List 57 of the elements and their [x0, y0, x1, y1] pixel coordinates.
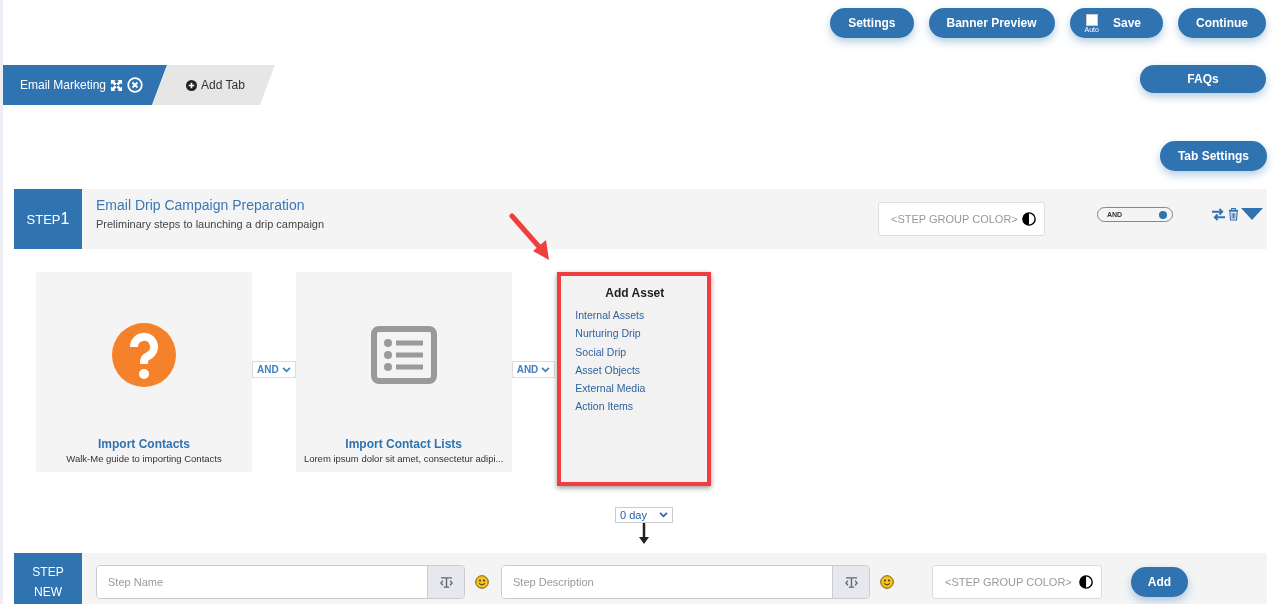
- delay-dropdown[interactable]: 0 day: [615, 507, 673, 523]
- color-picker-field[interactable]: <STEP GROUP COLOR>: [932, 565, 1102, 599]
- list-icon: [370, 325, 437, 384]
- color-picker-field[interactable]: <STEP GROUP COLOR>: [878, 202, 1045, 236]
- tab-label: Add Tab: [201, 78, 245, 92]
- header-button[interactable]: Continue: [1178, 8, 1266, 38]
- header-button[interactable]: Banner Preview: [928, 8, 1055, 38]
- smiley-icon[interactable]: [880, 575, 894, 589]
- plus-circle-icon: [186, 79, 198, 91]
- tab-settings-button[interactable]: Tab Settings: [1159, 141, 1267, 171]
- step-card[interactable]: Import Contacts Walk-Me guide to importing Contacts: [36, 272, 252, 472]
- and-dropdown[interactable]: AND: [252, 361, 296, 378]
- step-description-input-group[interactable]: Step Description: [501, 565, 870, 599]
- asset-link[interactable]: External Media: [575, 379, 708, 398]
- tab-label: Email Marketing: [20, 78, 107, 92]
- asset-link[interactable]: Internal Assets: [575, 306, 708, 325]
- swap-icon[interactable]: [1211, 207, 1226, 221]
- auto-checkbox[interactable]: [1085, 13, 1098, 26]
- asset-link[interactable]: Asset Objects: [575, 360, 708, 380]
- header-button[interactable]: Settings: [830, 8, 914, 38]
- step-card[interactable]: Import Contact Lists Lorem ipsum dolor sit amet, consectetur adipi...: [295, 272, 512, 472]
- down-arrow-icon: [638, 523, 650, 545]
- expand-icon[interactable]: [110, 78, 124, 92]
- step-name-input-group[interactable]: Step Name: [96, 565, 465, 599]
- save-label: Save: [1112, 16, 1141, 30]
- step-description: Preliminary steps to launching a drip campaign: [96, 218, 326, 230]
- contrast-icon[interactable]: [1021, 211, 1036, 227]
- asset-link[interactable]: Nurturing Drip: [575, 324, 708, 343]
- card-title[interactable]: Import Contact Lists: [345, 437, 462, 451]
- asset-link[interactable]: Social Drip: [575, 342, 708, 361]
- step-group-color-field[interactable]: <STEP GROUP COLOR>: [943, 575, 1079, 589]
- and-dropdown[interactable]: AND: [511, 361, 556, 378]
- smiley-icon[interactable]: [475, 575, 489, 589]
- step-label: STEP: [32, 564, 64, 581]
- text-format-icon[interactable]: [844, 576, 858, 588]
- asset-link[interactable]: Action Items: [575, 397, 708, 416]
- chevron-down-icon: [659, 512, 668, 518]
- add-button[interactable]: Add: [1131, 567, 1188, 597]
- new-label: NEW: [34, 584, 62, 601]
- contrast-icon[interactable]: [1078, 574, 1093, 590]
- text-format-icon[interactable]: [439, 576, 453, 588]
- collapse-triangle-icon[interactable]: [1241, 208, 1263, 220]
- trash-icon[interactable]: [1228, 207, 1239, 221]
- card-description: Lorem ipsum dolor sit amet, consectetur adipi...: [303, 453, 504, 464]
- step-group-color-field[interactable]: <STEP GROUP COLOR>: [889, 212, 1022, 226]
- question-icon: [112, 322, 176, 387]
- tab[interactable]: Email Marketing: [3, 65, 168, 105]
- step-number: STEP1: [14, 189, 82, 249]
- tab[interactable]: Add Tab: [152, 65, 275, 105]
- chevron-down-icon: [541, 366, 551, 373]
- add-asset-title: Add Asset: [605, 286, 666, 300]
- close-icon[interactable]: [127, 77, 144, 93]
- card-description: Walk-Me guide to importing Contacts: [66, 453, 222, 464]
- chevron-down-icon: [281, 366, 291, 373]
- faqs-button[interactable]: FAQs: [1140, 65, 1266, 93]
- step-title: Email Drip Campaign Preparation: [96, 197, 306, 213]
- card-title[interactable]: Import Contacts: [98, 437, 190, 451]
